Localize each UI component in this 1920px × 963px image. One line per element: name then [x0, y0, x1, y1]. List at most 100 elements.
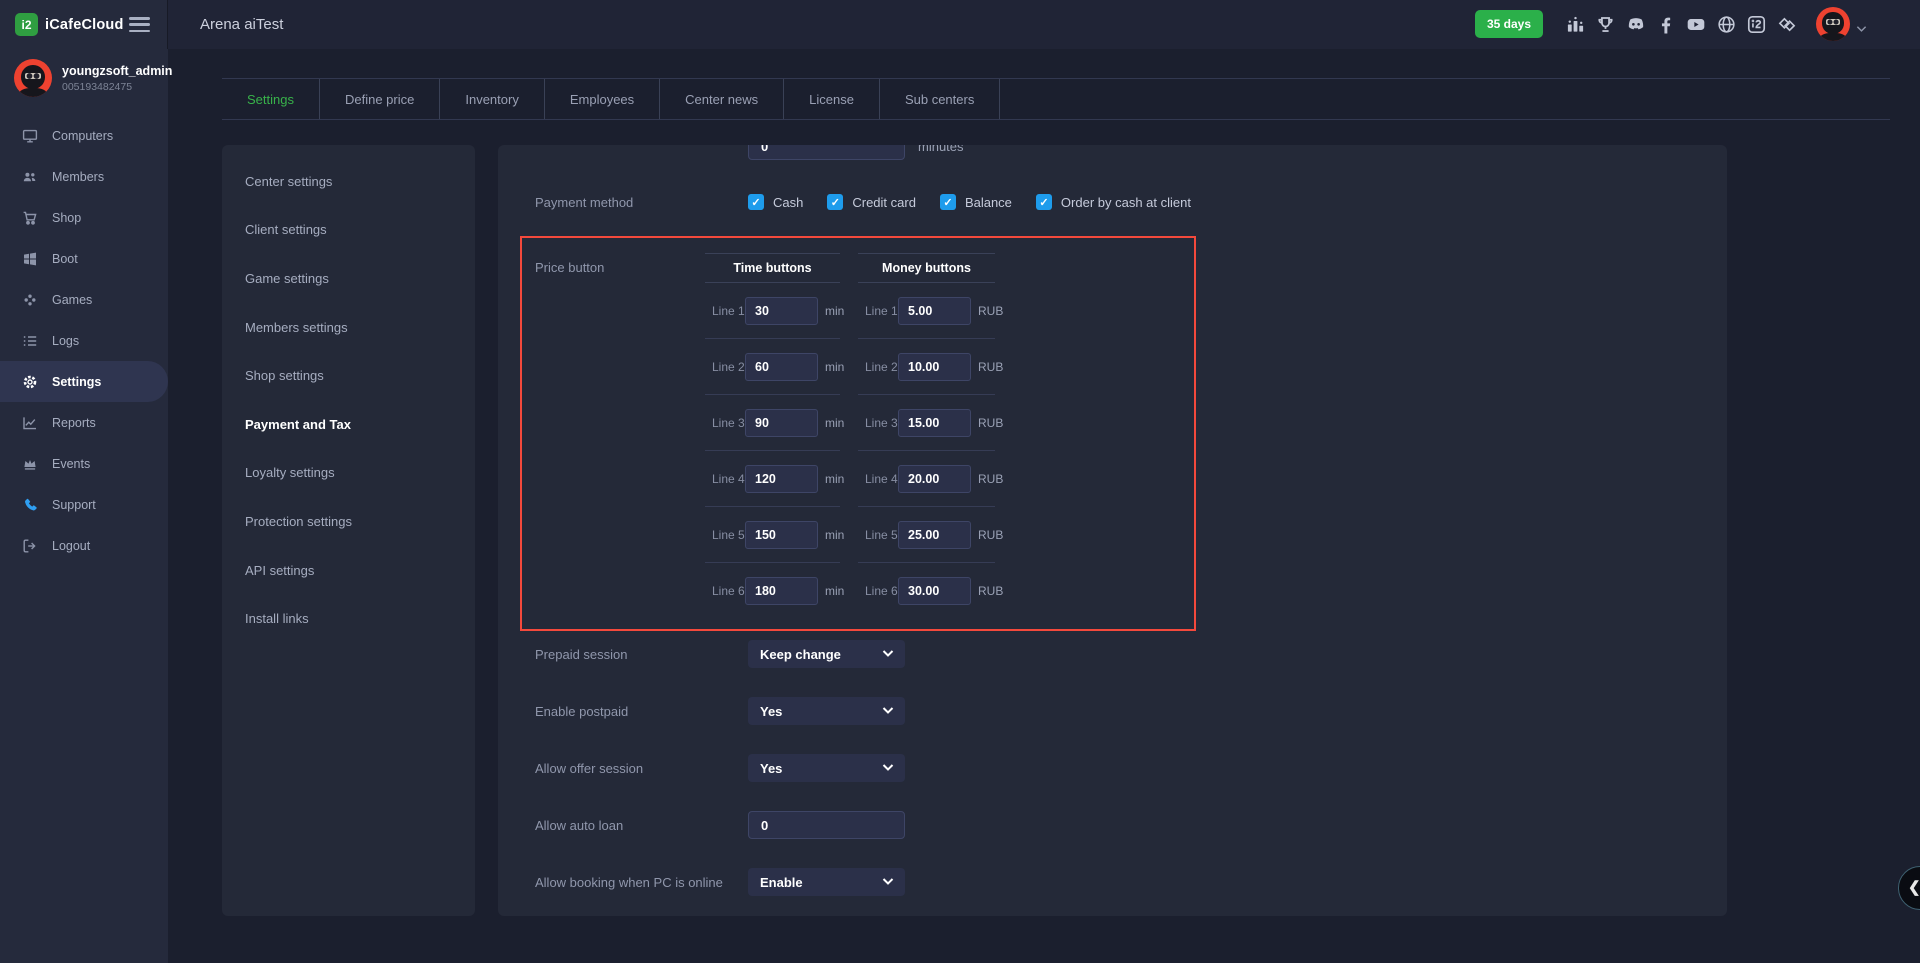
settings-nav-game-settings[interactable]: Game settings [222, 254, 475, 303]
globe-icon[interactable] [1717, 15, 1736, 34]
sidebar-item-members[interactable]: Members [0, 156, 168, 197]
sidebar-item-logs[interactable]: Logs [0, 320, 168, 361]
youtube-icon[interactable] [1686, 15, 1706, 34]
settings-nav-members-settings[interactable]: Members settings [222, 303, 475, 352]
sidebar-item-events[interactable]: Events [0, 443, 168, 484]
sidebar-item-support[interactable]: Support [0, 484, 168, 525]
table-row: Line 6 RUB [858, 563, 995, 619]
icafecloud-app-icon[interactable] [1747, 15, 1766, 34]
facebook-icon[interactable] [1657, 15, 1675, 34]
tab-define-price[interactable]: Define price [320, 79, 440, 119]
table-row: Line 2 RUB [858, 339, 995, 395]
money-line-1-input[interactable] [898, 297, 971, 325]
trophy-icon[interactable] [1596, 15, 1615, 34]
table-row: Line 5 RUB [858, 507, 995, 563]
windows-icon [22, 251, 38, 267]
collapse-panel-button[interactable]: ❮ [1898, 866, 1920, 910]
allow-booking-label: Allow booking when PC is online [535, 868, 723, 896]
line-label: Line 6 [865, 584, 898, 598]
sidebar-item-label: Reports [52, 416, 96, 430]
cart-icon [22, 210, 38, 226]
checkbox-checked-icon: ✓ [1036, 194, 1052, 210]
select-value: Yes [760, 704, 782, 719]
unit-label: RUB [978, 472, 1003, 486]
tab-center-news[interactable]: Center news [660, 79, 784, 119]
line-label: Line 3 [712, 416, 745, 430]
allow-booking-select[interactable]: Enable [748, 868, 905, 896]
top-bar-brand-area: i2 iCafeCloud [0, 0, 168, 49]
icafecloud-logo-icon: i2 [15, 13, 38, 36]
tab-license[interactable]: License [784, 79, 880, 119]
settings-nav-shop-settings[interactable]: Shop settings [222, 351, 475, 400]
money-line-4-input[interactable] [898, 465, 971, 493]
user-avatar[interactable] [1816, 7, 1850, 41]
sidebar-item-label: Support [52, 498, 96, 512]
checkbox-balance[interactable]: ✓ Balance [940, 194, 1012, 210]
allow-auto-loan-input[interactable] [748, 811, 905, 839]
money-line-3-input[interactable] [898, 409, 971, 437]
time-line-2-input[interactable] [745, 353, 818, 381]
account-menu-chevron-down-icon[interactable] [1856, 20, 1867, 38]
tab-inventory[interactable]: Inventory [440, 79, 544, 119]
checkbox-label: Balance [965, 195, 1012, 210]
money-line-6-input[interactable] [898, 577, 971, 605]
line-label: Line 2 [712, 360, 745, 374]
settings-nav-protection-settings[interactable]: Protection settings [222, 497, 475, 546]
sidebar-item-reports[interactable]: Reports [0, 402, 168, 443]
unit-label: RUB [978, 304, 1003, 318]
unit-label: min [825, 584, 844, 598]
money-line-2-input[interactable] [898, 353, 971, 381]
money-line-5-input[interactable] [898, 521, 971, 549]
app-logo[interactable]: i2 iCafeCloud [15, 0, 124, 49]
workspaces-icon[interactable] [1777, 15, 1797, 34]
time-line-3-input[interactable] [745, 409, 818, 437]
sidebar-item-computers[interactable]: Computers [0, 115, 168, 156]
sidebar-user-avatar [14, 59, 52, 97]
checkbox-checked-icon: ✓ [940, 194, 956, 210]
sidebar-item-shop[interactable]: Shop [0, 197, 168, 238]
settings-nav-payment-and-tax[interactable]: Payment and Tax [222, 400, 475, 449]
sidebar-item-label: Settings [52, 375, 101, 389]
tab-employees[interactable]: Employees [545, 79, 660, 119]
time-line-6-input[interactable] [745, 577, 818, 605]
sidebar-toggle-hamburger-icon[interactable] [129, 17, 150, 32]
license-days-badge[interactable]: 35 days [1475, 10, 1543, 38]
allow-auto-loan-label: Allow auto loan [535, 811, 623, 839]
enable-postpaid-select[interactable]: Yes [748, 697, 905, 725]
settings-nav-install-links[interactable]: Install links [222, 594, 475, 643]
settings-nav-loyalty-settings[interactable]: Loyalty settings [222, 449, 475, 498]
select-value: Yes [760, 761, 782, 776]
unit-label: min [825, 416, 844, 430]
settings-nav-client-settings[interactable]: Client settings [222, 206, 475, 255]
allow-offer-session-select[interactable]: Yes [748, 754, 905, 782]
settings-nav-api-settings[interactable]: API settings [222, 546, 475, 595]
checkbox-cash[interactable]: ✓ Cash [748, 194, 803, 210]
table-row: Line 3 RUB [858, 395, 995, 451]
user-id: 005193482475 [62, 81, 172, 93]
time-line-1-input[interactable] [745, 297, 818, 325]
user-block[interactable]: youngzsoft_admin 005193482475 [14, 59, 172, 97]
line-label: Line 1 [712, 304, 745, 318]
sidebar-item-label: Events [52, 457, 90, 471]
chevron-down-icon [882, 763, 894, 772]
sidebar-item-games[interactable]: Games [0, 279, 168, 320]
time-line-5-input[interactable] [745, 521, 818, 549]
tab-settings[interactable]: Settings [222, 79, 320, 119]
time-line-4-input[interactable] [745, 465, 818, 493]
top-bar: i2 iCafeCloud Arena aiTest 35 days [0, 0, 1920, 49]
checkbox-order-by-cash-at-client[interactable]: ✓ Order by cash at client [1036, 194, 1191, 210]
settings-nav-center-settings[interactable]: Center settings [222, 157, 475, 206]
prepaid-session-select[interactable]: Keep change [748, 640, 905, 668]
sidebar-item-boot[interactable]: Boot [0, 238, 168, 279]
tab-sub-centers[interactable]: Sub centers [880, 79, 1000, 119]
discord-icon[interactable] [1626, 15, 1646, 34]
line-label: Line 6 [712, 584, 745, 598]
sidebar-item-logout[interactable]: Logout [0, 525, 168, 566]
enable-postpaid-label: Enable postpaid [535, 697, 628, 725]
checkbox-label: Credit card [852, 195, 916, 210]
sidebar-item-settings[interactable]: Settings [0, 361, 168, 402]
checkbox-credit-card[interactable]: ✓ Credit card [827, 194, 916, 210]
sidebar-item-label: Boot [52, 252, 78, 266]
clipped-minutes-input[interactable] [748, 145, 905, 160]
ranking-icon[interactable] [1566, 15, 1585, 34]
